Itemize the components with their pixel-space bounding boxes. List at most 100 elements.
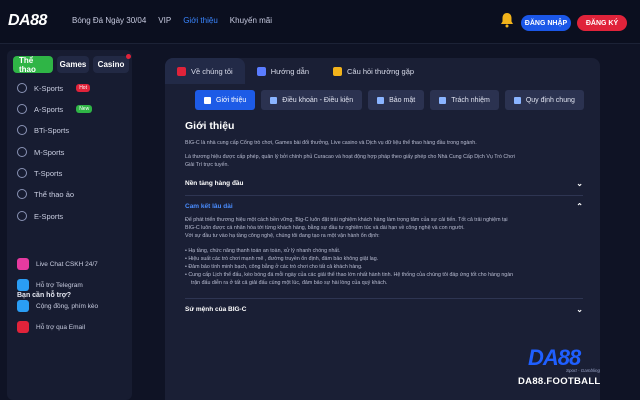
terms-icon — [270, 96, 278, 104]
bell-icon[interactable] — [500, 12, 514, 28]
brand-watermark: DA88 Sport - Gambling DA88.FOOTBALL — [518, 345, 628, 390]
help-item-email[interactable]: Hỗ trợ qua Email — [17, 320, 85, 334]
help-item-label: Cộng đồng, phím kèo — [36, 302, 99, 310]
email-icon — [17, 321, 29, 333]
accordion-title: Cam kết lâu dài — [185, 202, 233, 210]
subtab-label: Trách nhiệm — [451, 96, 490, 104]
subtab-quy-dinh[interactable]: Quy định chung — [504, 90, 584, 110]
faq-icon — [333, 66, 342, 76]
sidebar-item-k-sports[interactable]: K-Sports Hot — [17, 81, 90, 95]
chevron-down-icon: ⌄ — [576, 178, 583, 188]
tab-cau-hoi[interactable]: Câu hỏi thường gặp — [321, 58, 426, 84]
sidebar: Thể thao Games Casino K-Sports Hot A-Spo… — [7, 50, 132, 400]
tab-huong-dan[interactable]: Hướng dẫn — [245, 58, 321, 84]
tab-ve-chung-toi[interactable]: Về chúng tôi — [165, 58, 245, 84]
sidebar-item-the-thao-ao[interactable]: Thể thao ảo — [17, 187, 74, 201]
help-item-community[interactable]: Cộng đồng, phím kèo — [17, 299, 98, 313]
intro-icon — [204, 96, 211, 104]
divider — [185, 298, 583, 299]
tab-label: Câu hỏi thường gặp — [347, 66, 415, 76]
login-button[interactable]: ĐĂNG NHẬP — [521, 15, 571, 31]
m-sports-icon — [17, 147, 27, 157]
guide-icon — [256, 66, 266, 76]
nav-item-gioi-thieu[interactable]: Giới thiệu — [183, 16, 218, 25]
bullet-text: Hiệu suất các trò chơi mạnh mẽ , đường t… — [188, 256, 379, 262]
a-sports-icon — [17, 104, 27, 114]
responsibility-icon — [439, 96, 447, 104]
tab-label: Hướng dẫn — [270, 66, 309, 76]
chevron-down-icon: ⌄ — [576, 304, 583, 314]
bullet-text: Đảm bảo tính minh bạch, công bằng ở các … — [188, 264, 363, 270]
main-nav: Bóng Đá Ngày 30/04 VIP Giới thiệu Khuyến… — [72, 16, 272, 25]
bullet-item: • Hạ tầng, chức năng thanh toán an toàn,… — [185, 248, 341, 254]
sidebar-item-t-sports[interactable]: T-Sports — [17, 166, 62, 180]
bullet-item: • Đảm bảo tính minh bạch, công bằng ở cá… — [185, 264, 363, 270]
accordion-cam-ket[interactable]: Cam kết lâu dài ⌃ — [185, 200, 583, 212]
sidebar-item-label: E-Sports — [34, 211, 64, 221]
brand-domain: DA88.FOOTBALL — [518, 376, 601, 387]
accordion-title: Sứ mệnh của BIG-C — [185, 305, 247, 313]
subtab-label: Điều khoản - Điều kiện — [282, 96, 354, 104]
sidebar-item-e-sports[interactable]: E-Sports — [17, 209, 63, 223]
k-sports-icon — [17, 83, 27, 93]
help-item-label: Hỗ trợ Telegram — [36, 281, 83, 289]
chevron-up-icon: ⌃ — [576, 201, 583, 211]
intro-paragraph-1: BIG-C là nhà cung cấp Cổng trò chơi, Gam… — [185, 140, 477, 146]
page-title: Giới thiệu — [185, 120, 235, 132]
tab-the-thao[interactable]: Thể thao — [13, 56, 53, 74]
help-item-telegram[interactable]: Hỗ trợ Telegram — [17, 278, 83, 292]
article: Giới thiệu BIG-C là nhà cung cấp Cổng tr… — [185, 120, 583, 314]
accordion-title: Nền tảng hàng đầu — [185, 179, 244, 187]
sidebar-item-label: K-Sports — [34, 83, 64, 93]
new-badge: New — [76, 105, 93, 113]
tab-casino[interactable]: Casino — [93, 54, 131, 73]
sidebar-item-m-sports[interactable]: M-Sports — [17, 145, 64, 159]
top-header: DA88 Bóng Đá Ngày 30/04 VIP Giới thiệu K… — [0, 0, 640, 44]
nav-item-bong-da[interactable]: Bóng Đá Ngày 30/04 — [72, 16, 146, 25]
nav-item-khuyen-mai[interactable]: Khuyến mãi — [230, 16, 272, 25]
subtab-label: Giới thiệu — [216, 96, 247, 104]
bullet-text: Hạ tầng, chức năng thanh toán an toàn, x… — [188, 248, 341, 254]
subtab-trach-nhiem[interactable]: Trách nhiệm — [430, 90, 499, 110]
sidebar-item-label: T-Sports — [34, 168, 63, 178]
site-logo[interactable]: DA88 — [8, 12, 47, 30]
commitment-paragraph-2: BIG-C luôn được cá nhân hóa tới từng khá… — [185, 225, 465, 231]
bullet-item: • Hiệu suất các trò chơi mạnh mẽ , đường… — [185, 256, 379, 262]
hot-badge: Hot — [76, 84, 90, 92]
sidebar-tabs: Thể thao Games Casino — [13, 54, 131, 74]
nav-item-vip[interactable]: VIP — [158, 16, 171, 25]
register-button[interactable]: ĐĂNG KÝ — [577, 15, 627, 31]
commitment-paragraph-1: Để phát triển thương hiệu một cách bền v… — [185, 217, 508, 223]
accordion-nen-tang[interactable]: Nền tảng hàng đầu ⌄ — [185, 177, 583, 189]
sidebar-item-label: A-Sports — [34, 104, 64, 114]
sidebar-item-label: BTi-Sports — [34, 125, 70, 135]
live-chat-icon — [17, 258, 29, 270]
e-sports-icon — [17, 211, 27, 221]
notification-dot — [126, 54, 131, 59]
subtab-dieu-khoan[interactable]: Điều khoản - Điều kiện — [261, 90, 363, 110]
tab-label: Về chúng tôi — [191, 66, 233, 76]
sidebar-item-label: M-Sports — [34, 147, 65, 157]
bullet-continuation: trận đấu diễn ra ở tất cả giải đấu cùng … — [191, 280, 388, 286]
help-title: Bạn cần hỗ trợ? — [17, 292, 71, 299]
sidebar-item-a-sports[interactable]: A-Sports New — [17, 102, 93, 116]
subtab-bao-mat[interactable]: Bảo mật — [368, 90, 425, 110]
help-item-label: Hỗ trợ qua Email — [36, 323, 86, 331]
help-item-live-chat[interactable]: Live Chat CSKH 24/7 — [17, 257, 98, 271]
bti-sports-icon — [17, 125, 27, 135]
telegram-icon — [17, 279, 29, 291]
tab-games[interactable]: Games — [57, 56, 89, 73]
accordion-su-menh[interactable]: Sứ mệnh của BIG-C ⌄ — [185, 303, 583, 315]
subtab-label: Bảo mật — [389, 96, 416, 104]
security-icon — [377, 96, 385, 104]
subtab-gioi-thieu[interactable]: Giới thiệu — [195, 90, 256, 110]
t-sports-icon — [17, 168, 27, 178]
virtual-sports-icon — [17, 189, 27, 199]
sidebar-item-bti-sports[interactable]: BTi-Sports — [17, 123, 69, 137]
subtab-label: Quy định chung — [525, 96, 575, 104]
sub-tabs: Giới thiệu Điều khoản - Điều kiện Bảo mậ… — [195, 90, 584, 110]
bullet-item: • Cung cấp Lịch thể đấu, kèo bóng đá mỗi… — [185, 272, 514, 278]
brand-tagline: Sport - Gambling — [566, 368, 601, 373]
community-icon — [17, 300, 29, 312]
bullet-text: Cung cấp Lịch thể đấu, kèo bóng đá mỗi n… — [188, 272, 514, 278]
